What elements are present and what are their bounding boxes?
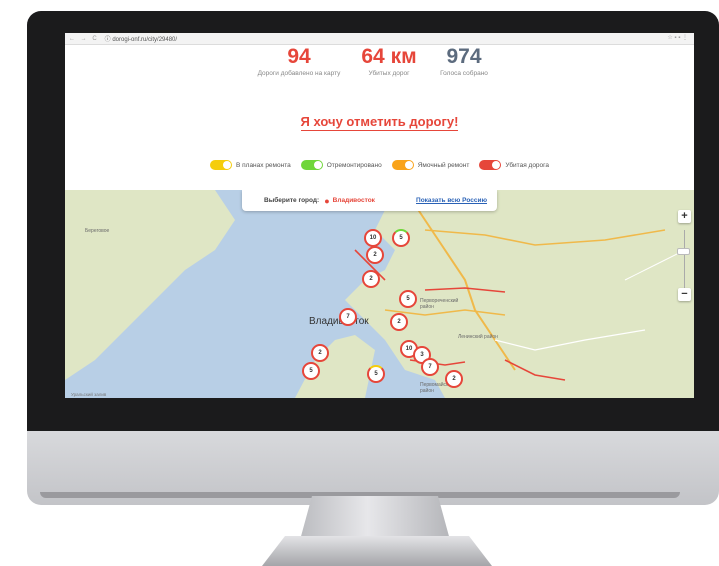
browser-window: ← → C ⓘ dorogi-onf.ru/city/29480/ ☆ ▪ ▪ …	[65, 33, 694, 398]
stat-label: Убитых дорог	[368, 70, 410, 77]
stats-panel: 94 Дороги добавлено на карту 64 км Убиты…	[65, 45, 694, 95]
browser-nav-buttons[interactable]: ← → C	[69, 36, 99, 42]
legend-repaired[interactable]: Отремонтировано	[300, 160, 382, 170]
city-dropdown[interactable]: Владивосток	[333, 197, 375, 204]
zoom-in-button[interactable]: +	[678, 210, 691, 223]
road-marker[interactable]: 2	[311, 344, 329, 362]
map-place-label: Первореченский район	[420, 298, 459, 310]
legend-broken[interactable]: Убитая дорога	[479, 160, 549, 170]
road-marker[interactable]: 2	[362, 270, 380, 288]
mark-road-link[interactable]: Я хочу отметить дорогу!	[300, 114, 459, 131]
legend-label: В планах ремонта	[235, 161, 291, 169]
stat-value: 94	[287, 45, 311, 68]
road-marker[interactable]: 7	[339, 308, 357, 326]
stat-label: Голоса собрано	[440, 70, 488, 77]
map-copyright: Уральский залив	[71, 392, 107, 397]
road-marker[interactable]: 7	[421, 358, 439, 376]
legend-label: Убитая дорога	[505, 161, 550, 169]
zoom-slider-track[interactable]	[684, 230, 685, 290]
road-marker[interactable]: 2	[390, 313, 408, 331]
stat-roads-added: 94 Дороги добавлено на карту	[249, 45, 349, 77]
road-marker[interactable]: 2	[445, 370, 463, 388]
toggle-icon[interactable]	[479, 160, 502, 170]
browser-toolbar-icons[interactable]: ☆ ▪ ▪ ⋮	[667, 34, 688, 41]
monitor-stand-neck	[300, 496, 450, 540]
toggle-icon[interactable]	[300, 160, 323, 170]
legend-label: Отремонтировано	[326, 161, 382, 169]
map-land-west	[65, 190, 235, 380]
cta-container: Я хочу отметить дорогу!	[65, 113, 694, 131]
map-place-label: Береговое	[85, 228, 110, 234]
zoom-out-button[interactable]: −	[678, 288, 691, 301]
browser-address-bar: ← → C ⓘ dorogi-onf.ru/city/29480/ ☆ ▪ ▪ …	[65, 33, 694, 45]
legend-planned[interactable]: В планах ремонта	[209, 160, 291, 170]
toggle-icon[interactable]	[391, 160, 414, 170]
map[interactable]: Выберите город: ● Владивосток Показать в…	[65, 190, 694, 398]
zoom-slider-handle[interactable]	[677, 248, 690, 255]
city-select-label: Выберите город:	[264, 197, 320, 204]
road-marker[interactable]: 5	[399, 290, 417, 308]
location-pin-icon: ●	[324, 195, 330, 206]
monitor-stand-foot	[262, 536, 492, 566]
toggle-icon[interactable]	[209, 160, 232, 170]
road-marker[interactable]: 5	[302, 362, 320, 380]
legend: В планах ремонта Отремонтировано Ямочный…	[65, 160, 694, 170]
stat-broken-km: 64 км Убитых дорог	[349, 45, 429, 77]
map-place-label: Ленинский район	[458, 334, 498, 340]
stat-value: 974	[446, 45, 482, 68]
stat-votes: 974 Голоса собрано	[429, 45, 499, 77]
road-marker[interactable]: 5	[367, 365, 385, 383]
stat-label: Дороги добавлено на карту	[257, 70, 341, 77]
url-field[interactable]: ⓘ dorogi-onf.ru/city/29480/	[105, 34, 177, 43]
road-marker[interactable]: 10	[364, 229, 382, 247]
show-all-russia-link[interactable]: Показать всю Россию	[416, 197, 487, 204]
legend-label: Ямочный ремонт	[417, 161, 470, 169]
stat-value: 64 км	[361, 45, 417, 68]
road-marker[interactable]: 5	[392, 229, 410, 247]
city-select-bar: Выберите город: ● Владивосток Показать в…	[242, 190, 497, 211]
legend-patched[interactable]: Ямочный ремонт	[391, 160, 470, 170]
road-marker[interactable]: 2	[366, 246, 384, 264]
